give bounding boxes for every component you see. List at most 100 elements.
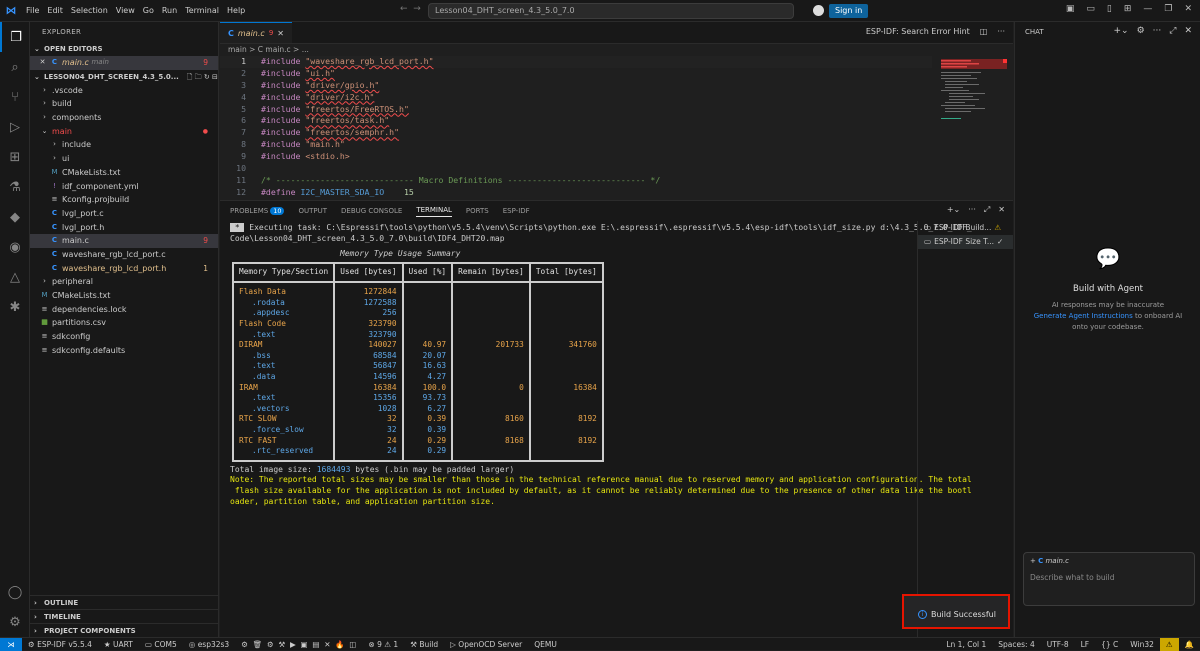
line-ending[interactable]: LF — [1075, 638, 1096, 651]
account-icon[interactable] — [813, 5, 824, 16]
more-actions-icon[interactable]: ··· — [1153, 26, 1162, 36]
build-button[interactable]: ⚒ Build — [404, 638, 444, 651]
source-control-icon[interactable]: ⑂ — [0, 82, 30, 112]
encoding[interactable]: UTF-8 — [1041, 638, 1075, 651]
problems-count[interactable]: ⊗ 9 ⚠ 1 — [362, 638, 404, 651]
file-tree-item[interactable]: › peripheral — [30, 275, 218, 289]
uart[interactable]: ★ UART — [98, 638, 139, 651]
command-center-search[interactable]: Lesson04_DHT_screen_4.3_5.0_7.0 — [428, 3, 794, 19]
tab-problems[interactable]: PROBLEMS 10 — [230, 207, 285, 215]
menu-view[interactable]: View — [116, 6, 135, 15]
esp-idf-icon[interactable]: △ — [0, 262, 30, 292]
menu-run[interactable]: Run — [162, 6, 177, 15]
tab-debug-console[interactable]: DEBUG CONSOLE — [341, 207, 402, 215]
bug-icon[interactable]: ✱ — [0, 292, 30, 322]
breadcrumb[interactable]: main > C main.c > ... — [220, 44, 1013, 56]
close-panel-icon[interactable]: ✕ — [998, 205, 1005, 215]
generate-instructions-link[interactable]: Generate Agent Instructions — [1034, 312, 1133, 320]
maximize-panel-icon[interactable]: ⤢ — [984, 205, 990, 215]
chat-input-box[interactable]: + C main.c Describe what to build — [1023, 552, 1195, 606]
testing-icon[interactable]: ⚗ — [0, 172, 30, 202]
tab-main-c[interactable]: C main.c 9 ✕ — [220, 22, 292, 43]
project-section[interactable]: ⌄ LESSON04_DHT_SCREEN_4.3_5.0... 🗋 🗀 ↻ ⊟ — [30, 70, 218, 84]
terminal-item-size[interactable]: ▭ ESP-IDF Size T... ✓ — [918, 235, 1013, 249]
minimize-icon[interactable]: — — [1143, 4, 1152, 14]
account-icon[interactable]: ◯ — [0, 577, 30, 607]
file-tree-item[interactable]: ⌄ main ● — [30, 125, 218, 139]
menu-terminal[interactable]: Terminal — [185, 6, 219, 15]
minimap[interactable] — [933, 56, 1011, 198]
file-tree-item[interactable]: Clvgl_port.c — [30, 207, 218, 221]
more-actions-icon[interactable]: ··· — [968, 205, 976, 215]
menu-selection[interactable]: Selection — [71, 6, 108, 15]
file-tree-item[interactable]: › ui — [30, 152, 218, 166]
context-attachment[interactable]: + C main.c — [1024, 553, 1194, 569]
nav-arrows[interactable]: ← → — [400, 4, 421, 14]
new-chat-icon[interactable]: +⌄ — [1113, 26, 1128, 36]
file-tree-item[interactable]: M CMakeLists.txt — [30, 289, 218, 303]
notifications-bell-icon[interactable]: 🔔 — [1179, 638, 1200, 651]
remote-icon[interactable]: ⋊ — [0, 637, 22, 651]
sign-in-button[interactable]: Sign in — [829, 4, 869, 18]
file-tree-item[interactable]: › .vscode — [30, 84, 218, 98]
file-tree-item[interactable]: › build — [30, 97, 218, 111]
remote-icon[interactable]: ◉ — [0, 232, 30, 262]
code-editor[interactable]: 1 #include "waveshare_rgb_lcd_port.h" 2 #in… — [220, 56, 932, 198]
project-components-section[interactable]: › PROJECT COMPONENTS — [30, 623, 219, 637]
file-tree-item[interactable]: Clvgl_port.h — [30, 221, 218, 235]
open-editors-section[interactable]: ⌄ OPEN EDITORS — [30, 42, 218, 56]
tab-output[interactable]: OUTPUT — [298, 207, 327, 215]
customize-layout-icon[interactable]: ⊞ — [1124, 4, 1132, 14]
extensions-icon[interactable]: ⊞ — [0, 142, 30, 172]
close-icon[interactable]: ✕ — [38, 56, 47, 70]
openocd-button[interactable]: ▷ OpenOCD Server — [444, 638, 528, 651]
close-icon[interactable]: ✕ — [1184, 26, 1192, 36]
terminal-item-build[interactable]: ▭ ESP-IDF Build... ⚠ — [918, 221, 1013, 235]
target[interactable]: ◎ esp32s3 — [183, 638, 235, 651]
explorer-actions[interactable]: 🗋 🗀 ↻ ⊟ — [187, 70, 218, 84]
file-tree-item[interactable]: Cmain.c 9 — [30, 234, 218, 248]
qemu-button[interactable]: QEMU — [528, 638, 563, 651]
cursor-position[interactable]: Ln 1, Col 1 — [940, 638, 992, 651]
menu-go[interactable]: Go — [143, 6, 154, 15]
explorer-icon[interactable]: ❐ — [0, 22, 30, 52]
open-editor-item[interactable]: ✕ C main.c main 9 — [30, 56, 218, 70]
file-tree-item[interactable]: Cwaveshare_rgb_lcd_port.h 1 — [30, 262, 218, 276]
python-icon[interactable]: ◆ — [0, 202, 30, 232]
restore-icon[interactable]: ❐ — [1164, 4, 1172, 14]
menu-file[interactable]: File — [26, 6, 39, 15]
maximize-icon[interactable]: ⤢ — [1169, 26, 1176, 36]
search-error-hint-button[interactable]: ESP-IDF: Search Error Hint — [866, 27, 970, 36]
menu-edit[interactable]: Edit — [47, 6, 63, 15]
tab-terminal[interactable]: TERMINAL — [416, 206, 452, 217]
file-tree-item[interactable]: M CMakeLists.txt — [30, 166, 218, 180]
menu-help[interactable]: Help — [227, 6, 245, 15]
close-icon[interactable]: ✕ — [1184, 4, 1192, 14]
file-tree-item[interactable]: ≡ dependencies.lock — [30, 303, 218, 317]
search-icon[interactable]: ⌕ — [0, 52, 30, 82]
file-tree-item[interactable]: ▦ partitions.csv — [30, 316, 218, 330]
indentation[interactable]: Spaces: 4 — [992, 638, 1040, 651]
file-tree-item[interactable]: Cwaveshare_rgb_lcd_port.c — [30, 248, 218, 262]
idf-version[interactable]: ⚙ ESP-IDF v5.5.4 — [22, 638, 98, 651]
language-mode[interactable]: {} C — [1095, 638, 1124, 651]
new-terminal-icon[interactable]: +⌄ — [947, 205, 960, 215]
settings-gear-icon[interactable]: ⚙ — [0, 607, 30, 637]
close-icon[interactable]: ✕ — [277, 29, 284, 38]
more-actions-icon[interactable]: ··· — [997, 27, 1005, 36]
file-tree-item[interactable]: ≡ sdkconfig.defaults — [30, 344, 218, 358]
file-tree-item[interactable]: ! idf_component.yml — [30, 180, 218, 194]
file-tree-item[interactable]: › components — [30, 111, 218, 125]
chat-input[interactable]: Describe what to build — [1024, 569, 1194, 586]
file-tree-item[interactable]: ≡ Kconfig.projbuild — [30, 193, 218, 207]
file-tree-item[interactable]: ≡ sdkconfig — [30, 330, 218, 344]
status-tools-icons[interactable]: ⚙ 🗑 ⚙ ⚒ ▶ ▣ ▤ ✕ 🔥 ◫ — [235, 638, 362, 651]
split-editor-icon[interactable]: ◫ — [980, 27, 988, 36]
settings-gear-icon[interactable]: ⚙ — [1137, 26, 1145, 36]
tab-esp-idf[interactable]: ESP-IDF — [503, 207, 530, 215]
port[interactable]: ▭ COM5 — [139, 638, 183, 651]
build-successful-notification[interactable]: i Build Successful — [902, 594, 1010, 629]
warning-icon[interactable]: ⚠ — [1159, 638, 1179, 651]
terminal-output[interactable]: * Executing task: C:\Espressif\tools\pyt… — [230, 223, 972, 633]
sidebar-toggle-icon[interactable]: ▯ — [1107, 4, 1112, 14]
